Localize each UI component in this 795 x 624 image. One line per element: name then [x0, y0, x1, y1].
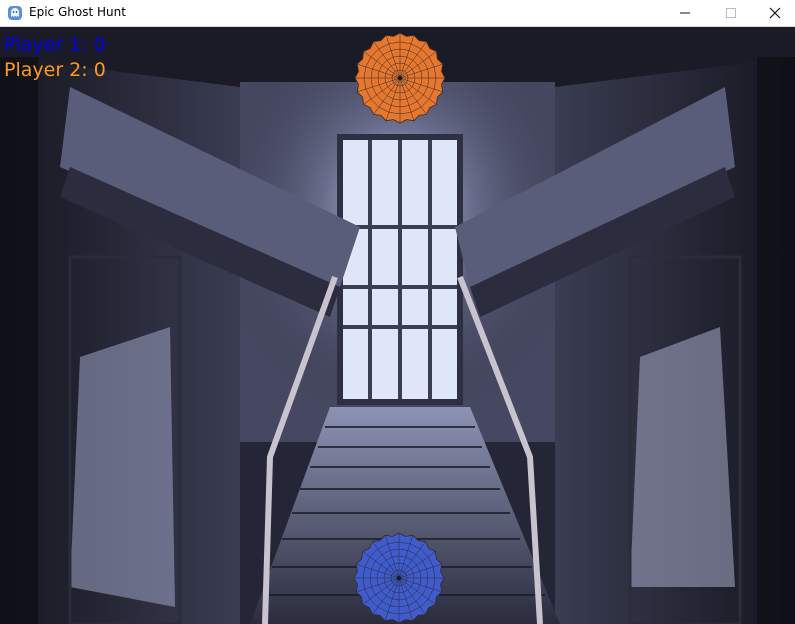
bottom-spider-web-paddle	[353, 532, 445, 624]
minimize-button[interactable]	[662, 0, 708, 26]
close-icon	[769, 7, 781, 19]
game-canvas[interactable]: Player 1: 0 Player 2: 0	[0, 27, 795, 624]
title-bar[interactable]: Epic Ghost Hunt	[0, 0, 795, 27]
player1-score: Player 1: 0	[4, 34, 106, 56]
game-window: Epic Ghost Hunt Player 1: 0 Player 2: 0	[0, 0, 795, 624]
top-spider-web-paddle	[354, 32, 446, 124]
maximize-icon	[726, 8, 736, 18]
ghost-app-icon	[8, 6, 22, 20]
window-title: Epic Ghost Hunt	[29, 5, 126, 19]
spider-web-icon	[353, 532, 445, 624]
maximize-button[interactable]	[708, 0, 754, 26]
spider-web-icon	[354, 32, 446, 124]
minimize-icon	[680, 12, 690, 14]
close-button[interactable]	[752, 0, 795, 26]
player2-score: Player 2: 0	[4, 59, 106, 81]
